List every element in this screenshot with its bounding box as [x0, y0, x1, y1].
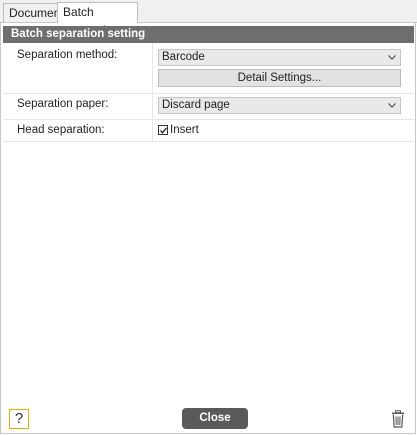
- separation-method-label: Separation method:: [17, 49, 118, 61]
- head-separation-label: Head separation:: [17, 124, 105, 136]
- row-divider: [3, 119, 414, 120]
- tab-document[interactable]: Document: [3, 3, 64, 22]
- row-divider: [3, 141, 414, 142]
- help-icon[interactable]: ?: [9, 409, 29, 429]
- separation-method-value: Barcode: [162, 51, 205, 63]
- checkmark-icon: [160, 127, 168, 134]
- detail-settings-button[interactable]: Detail Settings...: [158, 69, 401, 87]
- tab-batch-separation[interactable]: Batch separation: [57, 2, 138, 37]
- tab-bar: Document Batch separation: [0, 0, 417, 37]
- chevron-down-icon: [388, 103, 396, 108]
- section-header: Batch separation setting: [3, 26, 414, 43]
- insert-checkbox[interactable]: [158, 125, 168, 135]
- column-divider: [152, 43, 153, 141]
- chevron-down-icon: [388, 55, 396, 60]
- separation-paper-label: Separation paper:: [17, 98, 109, 110]
- separation-paper-value: Discard page: [162, 99, 230, 111]
- trash-icon[interactable]: [391, 410, 405, 428]
- insert-checkbox-label[interactable]: Insert: [170, 124, 199, 136]
- separation-method-select[interactable]: Barcode: [158, 49, 401, 66]
- close-button[interactable]: Close: [182, 408, 248, 429]
- row-divider: [3, 93, 414, 94]
- separation-paper-select[interactable]: Discard page: [158, 97, 401, 114]
